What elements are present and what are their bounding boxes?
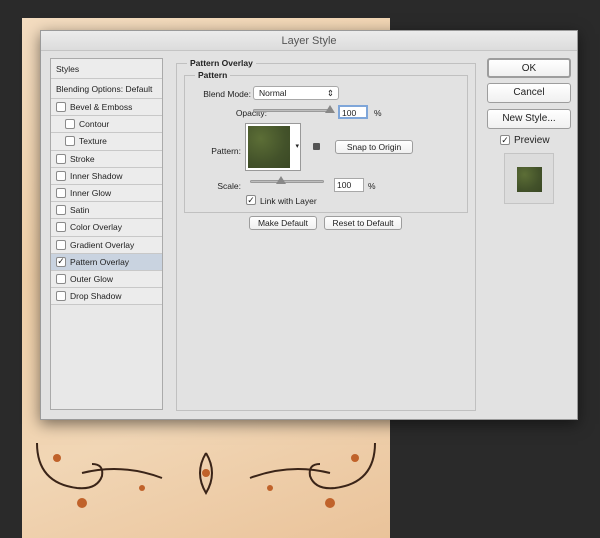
reset-to-default-button[interactable]: Reset to Default (324, 216, 402, 230)
style-item-styles[interactable]: Styles (51, 59, 162, 79)
style-checkbox[interactable] (65, 119, 75, 130)
style-item-label: Stroke (70, 153, 95, 164)
scale-label: Scale: (217, 181, 241, 191)
style-item-label: Inner Shadow (70, 170, 123, 181)
checkmark-icon: ✓ (57, 256, 65, 267)
preview-checkbox[interactable]: ✓ (500, 135, 510, 145)
style-item-bevel-emboss[interactable]: Bevel & Emboss (51, 99, 162, 117)
pattern-swatch (248, 126, 290, 168)
style-item-label: Satin (70, 205, 90, 216)
style-checkbox[interactable] (56, 188, 66, 199)
style-item-blending-options-default[interactable]: Blending Options: Default (51, 79, 162, 99)
style-checkbox[interactable] (56, 273, 66, 284)
style-item-label: Pattern Overlay (70, 256, 130, 267)
checkmark-icon: ✓ (501, 134, 509, 145)
style-item-inner-shadow[interactable]: Inner Shadow (51, 167, 162, 185)
dialog-title: Layer Style (41, 31, 577, 51)
style-checkbox[interactable] (65, 136, 75, 147)
scale-slider-thumb[interactable] (275, 176, 286, 184)
style-item-texture[interactable]: Texture (51, 133, 162, 151)
new-preset-icon[interactable] (313, 143, 320, 150)
pattern-label: Pattern: (211, 146, 241, 156)
blend-mode-value: Normal (259, 88, 287, 98)
style-item-gradient-overlay[interactable]: Gradient Overlay (51, 236, 162, 254)
group-title: Pattern (195, 70, 231, 80)
style-item-label: Contour (79, 119, 110, 130)
style-checkbox[interactable]: ✓ (56, 256, 66, 267)
opacity-slider-thumb[interactable] (325, 105, 335, 113)
style-checkbox[interactable] (56, 239, 66, 250)
new-style-button[interactable]: New Style... (487, 109, 571, 129)
style-item-label: Styles (56, 63, 80, 74)
style-item-label: Texture (79, 136, 107, 147)
style-item-label: Inner Glow (70, 188, 112, 199)
snap-to-origin-button[interactable]: Snap to Origin (335, 140, 413, 154)
style-item-satin[interactable]: Satin (51, 202, 162, 220)
style-item-stroke[interactable]: Stroke (51, 150, 162, 168)
pattern-picker[interactable]: ▾ (245, 123, 301, 171)
style-checkbox[interactable] (56, 222, 66, 233)
style-item-contour[interactable]: Contour (51, 116, 162, 134)
style-item-label: Blending Options: Default (56, 83, 153, 94)
style-item-label: Drop Shadow (70, 291, 122, 302)
ok-button[interactable]: OK (487, 58, 571, 78)
layer-style-dialog: Layer Style Styles Blending Options: Defa… (40, 30, 578, 420)
pattern-group: Pattern Blend Mode: Normal ⇕ Opacity: 100… (184, 70, 468, 213)
blend-mode-select[interactable]: Normal ⇕ (253, 86, 339, 100)
style-checkbox[interactable] (56, 291, 66, 302)
scale-slider[interactable] (250, 176, 324, 184)
dropdown-arrow-icon: ▾ (295, 143, 299, 150)
style-checkbox[interactable] (56, 205, 66, 216)
opacity-input[interactable]: 100 (338, 105, 368, 119)
style-item-label: Bevel & Emboss (70, 102, 133, 113)
style-item-color-overlay[interactable]: Color Overlay (51, 219, 162, 237)
blend-mode-label: Blend Mode: (203, 89, 251, 99)
link-with-layer-checkbox[interactable]: ✓ (246, 195, 256, 205)
preview-thumbnail (504, 153, 554, 204)
checkmark-icon: ✓ (247, 194, 255, 205)
updown-chevron-icon: ⇕ (326, 88, 334, 98)
style-item-label: Outer Glow (70, 273, 113, 284)
style-item-drop-shadow[interactable]: Drop Shadow (51, 288, 162, 306)
styles-list: Styles Blending Options: Default Bevel & E… (50, 58, 163, 410)
style-item-outer-glow[interactable]: Outer Glow (51, 270, 162, 289)
opacity-slider[interactable] (253, 105, 335, 113)
style-checkbox[interactable] (56, 153, 66, 164)
opacity-unit: % (374, 108, 382, 118)
preview-swatch (517, 167, 542, 192)
style-item-inner-glow[interactable]: Inner Glow (51, 184, 162, 203)
pattern-overlay-panel: Pattern Overlay Pattern Blend Mode: Norm… (176, 58, 476, 411)
make-default-button[interactable]: Make Default (249, 216, 317, 230)
ornament-border-decoration (36, 442, 376, 508)
style-checkbox[interactable] (56, 170, 66, 181)
style-item-label: Gradient Overlay (70, 239, 135, 250)
style-checkbox[interactable] (56, 102, 66, 113)
scale-input[interactable]: 100 (334, 178, 364, 192)
section-title: Pattern Overlay (187, 58, 256, 68)
scale-unit: % (368, 181, 376, 191)
preview-label: Preview (514, 135, 550, 146)
link-with-layer-label: Link with Layer (260, 196, 317, 206)
cancel-button[interactable]: Cancel (487, 83, 571, 103)
style-item-pattern-overlay[interactable]: ✓ Pattern Overlay (51, 253, 162, 271)
style-item-label: Color Overlay (70, 222, 122, 233)
